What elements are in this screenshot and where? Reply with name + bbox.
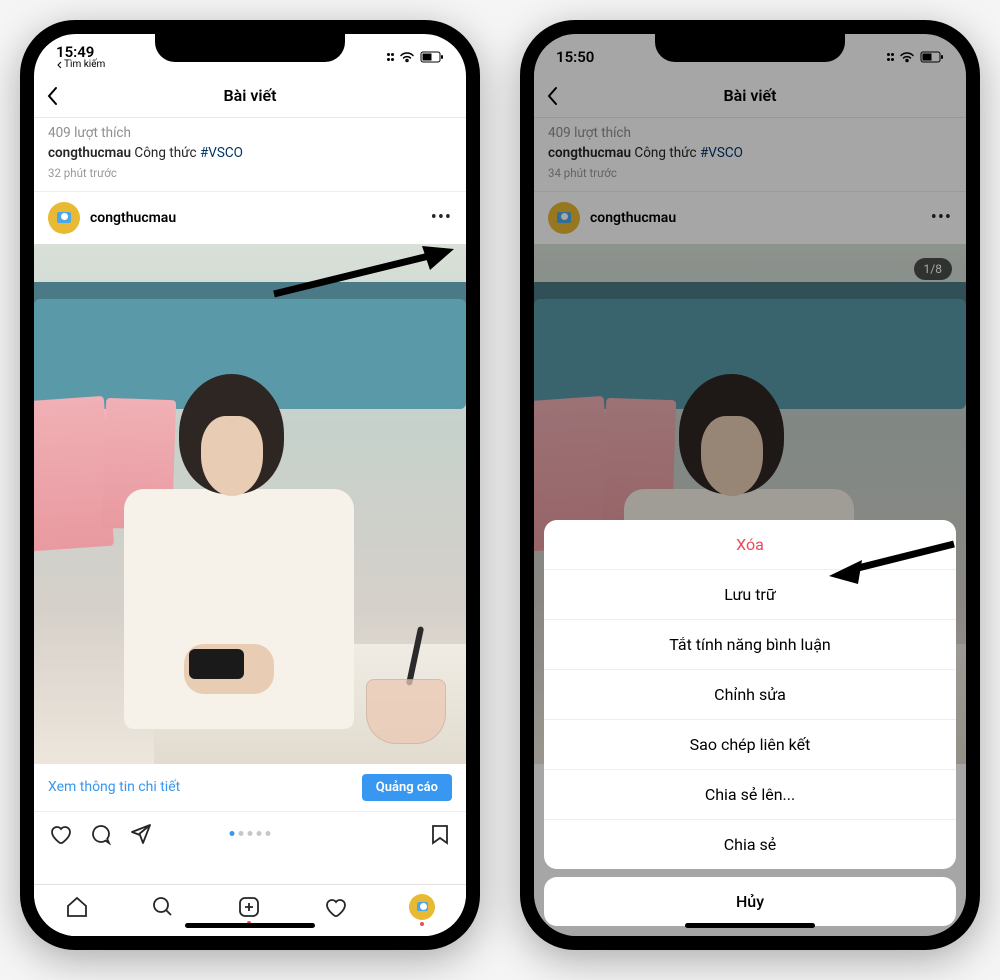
notch [655, 34, 845, 62]
bookmark-icon[interactable] [428, 822, 452, 846]
tab-search-icon[interactable] [151, 895, 175, 919]
screen: 15:50 Bài viết 409 lượt thích congthucma [534, 34, 966, 936]
status-back-to-search[interactable]: Tìm kiếm [56, 60, 105, 70]
sheet-item-archive[interactable]: Lưu trữ [544, 570, 956, 620]
wifi-icon [399, 51, 415, 63]
insights-link[interactable]: Xem thông tin chi tiết [48, 779, 180, 795]
tab-activity-icon[interactable] [323, 895, 347, 919]
notch [155, 34, 345, 62]
post-username[interactable]: congthucmau [90, 210, 421, 226]
action-bar [34, 812, 466, 852]
sheet-item-share[interactable]: Chia sẻ [544, 820, 956, 869]
comment-icon[interactable] [88, 822, 112, 846]
sheet-item-copy-link[interactable]: Sao chép liên kết [544, 720, 956, 770]
post-header: congthucmau ••• [34, 192, 466, 244]
promote-button[interactable]: Quảng cáo [362, 774, 452, 801]
prev-username[interactable]: congthucmau [48, 145, 131, 161]
status-right [387, 51, 445, 63]
tab-profile-icon[interactable] [409, 894, 435, 920]
sheet-item-delete[interactable]: Xóa [544, 520, 956, 570]
phone-right: 15:50 Bài viết 409 lượt thích congthucma [520, 20, 980, 950]
status-time: 15:49 [56, 45, 105, 60]
prev-caption-text: Công thức [134, 145, 196, 161]
home-indicator[interactable] [685, 923, 815, 928]
action-sheet-group: Xóa Lưu trữ Tắt tính năng bình luận Chỉn… [544, 520, 956, 869]
share-icon[interactable] [128, 822, 152, 846]
back-button[interactable] [46, 86, 58, 106]
battery-icon [420, 51, 444, 63]
phone-left: 15:49 Tìm kiếm Bài viết [20, 20, 480, 950]
hashtag-link[interactable]: #VSCO [200, 145, 243, 161]
screen: 15:49 Tìm kiếm Bài viết [34, 34, 466, 936]
more-options-button[interactable]: ••• [431, 207, 452, 228]
page-title: Bài viết [223, 86, 276, 105]
carousel-dots [230, 831, 271, 836]
like-icon[interactable] [48, 822, 72, 846]
previous-post-snippet: 409 lượt thích congthucmau Công thức #VS… [34, 118, 466, 192]
home-indicator[interactable] [185, 923, 315, 928]
sheet-item-edit[interactable]: Chỉnh sửa [544, 670, 956, 720]
action-sheet: Xóa Lưu trữ Tắt tính năng bình luận Chỉn… [544, 520, 956, 926]
prev-time: 32 phút trước [48, 165, 452, 181]
avatar[interactable] [48, 202, 80, 234]
sheet-item-disable-comments[interactable]: Tắt tính năng bình luận [544, 620, 956, 670]
promo-bar: Xem thông tin chi tiết Quảng cáo [34, 764, 466, 812]
tab-home-icon[interactable] [65, 895, 89, 919]
sheet-item-share-to[interactable]: Chia sẻ lên... [544, 770, 956, 820]
signal-icon [387, 53, 395, 61]
post-image[interactable] [34, 244, 466, 764]
nav-header: Bài viết [34, 74, 466, 118]
sheet-cancel-button[interactable]: Hủy [544, 877, 956, 926]
bottom-tabs [34, 884, 466, 936]
status-back-label: Tìm kiếm [64, 60, 105, 70]
tab-new-post-icon[interactable] [237, 895, 261, 919]
likes-count: 409 lượt thích [48, 124, 452, 143]
